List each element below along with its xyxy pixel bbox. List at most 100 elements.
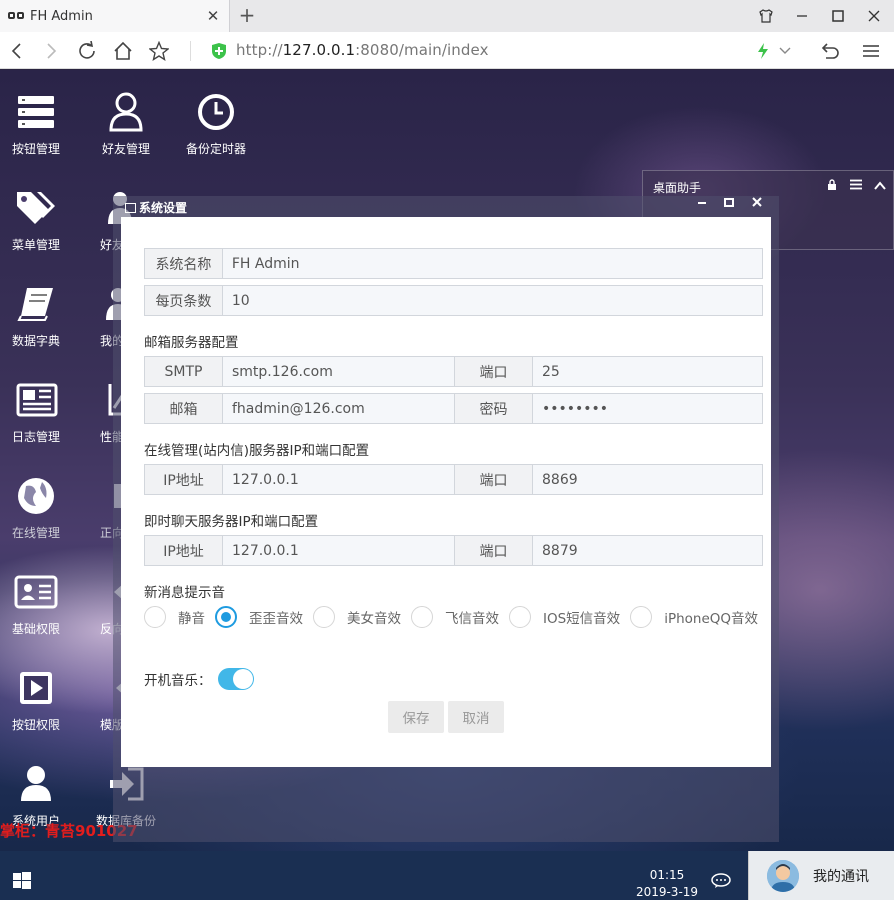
chat-server-row: IP地址 127.0.0.1 端口 8879 (144, 535, 763, 566)
clock-date: 2019-3-19 (635, 885, 699, 899)
desktop-icon-log-manage[interactable]: 日志管理 (0, 378, 81, 445)
desktop-icon-dictionary[interactable]: 数据字典 (0, 282, 81, 349)
desktop-icon-label: 按钮权限 (11, 718, 60, 732)
chevron-up-icon[interactable] (874, 179, 886, 193)
desktop-icon-label: 菜单管理 (11, 238, 60, 252)
browser-tabbar: FH Admin ✕ + (0, 0, 894, 32)
sound-option-fetion[interactable]: 飞信音效 (411, 606, 499, 628)
sound-option-label: IOS短信音效 (543, 611, 621, 627)
radio-button[interactable] (411, 606, 433, 628)
home-icon[interactable] (110, 38, 136, 64)
smtp-row: SMTP smtp.126.com 端口 25 (144, 356, 763, 387)
sound-option-iphone-qq[interactable]: iPhoneQQ音效 (630, 606, 758, 628)
maximize-window-icon[interactable] (820, 0, 856, 32)
sound-option-yy[interactable]: 歪歪音效 (215, 606, 303, 628)
clock-time: 01:15 (649, 868, 685, 882)
dialog-titlebar[interactable]: 系统设置 (113, 196, 779, 218)
desktop-icon-label: 基础权限 (11, 622, 60, 636)
minimize-window-icon[interactable] (784, 0, 820, 32)
windows-start-icon[interactable] (12, 871, 32, 891)
taskbar: 01:15 2019-3-19 我的通讯 (0, 851, 894, 900)
dialog-maximize-icon[interactable] (718, 196, 740, 211)
list-icon[interactable] (850, 179, 862, 193)
radio-button[interactable] (144, 606, 166, 628)
shirt-icon[interactable] (748, 0, 784, 32)
sound-option-mute[interactable]: 静音 (144, 606, 205, 628)
dialog-minimize-icon[interactable] (691, 196, 713, 211)
password-input[interactable]: •••••••• (533, 394, 762, 423)
url-host: 127.0.0.1 (282, 41, 356, 59)
system-name-row: 系统名称 FH Admin (144, 248, 763, 279)
sound-option-beauty[interactable]: 美女音效 (313, 606, 401, 628)
desktop-icon-friend-manage[interactable]: 好友管理 (81, 90, 171, 157)
system-name-label: 系统名称 (145, 249, 223, 278)
desktop-icon-basic-permission[interactable]: 基础权限 (0, 570, 81, 637)
sound-option-ios-sms[interactable]: IOS短信音效 (509, 606, 620, 628)
mail-input[interactable]: fhadmin@126.com (223, 394, 455, 423)
close-tab-icon[interactable]: ✕ (203, 7, 223, 25)
online-port-input[interactable]: 8869 (533, 465, 762, 494)
radio-button[interactable] (630, 606, 653, 628)
url-scheme: http:// (236, 41, 283, 59)
taskbar-clock[interactable]: 01:15 2019-3-19 (634, 867, 700, 900)
online-ip-label: IP地址 (145, 465, 223, 494)
desktop-icon-backup-timer[interactable]: 备份定时器 (171, 90, 261, 157)
radio-button-selected[interactable] (215, 606, 237, 628)
desktop-icon-label: 在线管理 (11, 526, 60, 540)
desktop-icon-menu-manage[interactable]: 菜单管理 (0, 186, 81, 253)
cancel-button[interactable]: 取消 (448, 701, 504, 733)
chat-port-input[interactable]: 8879 (533, 536, 762, 565)
boot-music-row: 开机音乐： (144, 668, 254, 690)
close-window-icon[interactable] (856, 0, 892, 32)
tab-title: FH Admin (30, 8, 93, 24)
im-label: 我的通讯 (813, 868, 869, 885)
play-icon (14, 666, 58, 710)
desktop-icon-online-manage[interactable]: 在线管理 (0, 474, 81, 541)
user-outline-icon (104, 90, 148, 134)
toggle-knob (232, 669, 253, 689)
forward-icon[interactable] (38, 38, 64, 64)
im-button[interactable]: 我的通讯 (748, 851, 894, 900)
radio-button[interactable] (509, 606, 531, 628)
save-button[interactable]: 保存 (388, 701, 444, 733)
chat-ip-input[interactable]: 127.0.0.1 (223, 536, 455, 565)
smtp-input[interactable]: smtp.126.com (223, 357, 455, 386)
bookmark-star-icon[interactable] (146, 38, 172, 64)
undo-icon[interactable] (816, 38, 842, 64)
online-port-label: 端口 (455, 465, 533, 494)
boot-music-toggle[interactable] (217, 668, 254, 690)
dialog-body: 系统名称 FH Admin 每页条数 10 邮箱服务器配置 SMTP smtp.… (121, 217, 771, 767)
desktop-icon-system-user[interactable]: 系统用户 (0, 762, 81, 829)
radio-button[interactable] (313, 606, 335, 628)
browser-tab[interactable]: FH Admin ✕ (0, 0, 230, 32)
dialog-close-icon[interactable] (746, 196, 768, 211)
back-icon[interactable] (4, 38, 30, 64)
dialog-title: 系统设置 (125, 199, 187, 216)
chat-bubble-icon[interactable] (711, 873, 731, 893)
helper-title: 桌面助手 (653, 181, 702, 195)
sound-section-title: 新消息提示音 (144, 585, 225, 601)
mail-section-title: 邮箱服务器配置 (144, 335, 239, 351)
dialog-title-text: 系统设置 (139, 201, 188, 215)
new-tab-icon[interactable]: + (236, 4, 258, 26)
chevron-down-icon[interactable] (772, 38, 798, 64)
desktop-icon-button-manage[interactable]: 按钮管理 (0, 90, 81, 157)
desktop-icon-label: 好友管理 (101, 142, 150, 156)
lock-icon[interactable] (827, 179, 837, 194)
desktop: 按钮管理 菜单管理 数据字典 日志管理 在线管理 基础权限 按钮权限 系统用户 … (0, 70, 894, 851)
newspaper-icon (14, 378, 58, 422)
address-bar[interactable]: http://127.0.0.1:8080/main/index (236, 41, 489, 59)
desktop-icon-button-permission[interactable]: 按钮权限 (0, 666, 81, 733)
book-icon (14, 282, 58, 326)
boot-music-label: 开机音乐： (144, 673, 212, 689)
online-ip-input[interactable]: 127.0.0.1 (223, 465, 455, 494)
page-size-label: 每页条数 (145, 286, 223, 315)
page-size-input[interactable]: 10 (222, 286, 762, 315)
chat-section-title: 即时聊天服务器IP和端口配置 (144, 514, 319, 530)
menu-icon[interactable] (858, 38, 884, 64)
sound-option-label: iPhoneQQ音效 (664, 611, 759, 627)
reload-icon[interactable] (74, 38, 100, 64)
smtp-port-label: 端口 (455, 357, 533, 386)
smtp-port-input[interactable]: 25 (533, 357, 762, 386)
system-name-input[interactable]: FH Admin (222, 249, 762, 278)
